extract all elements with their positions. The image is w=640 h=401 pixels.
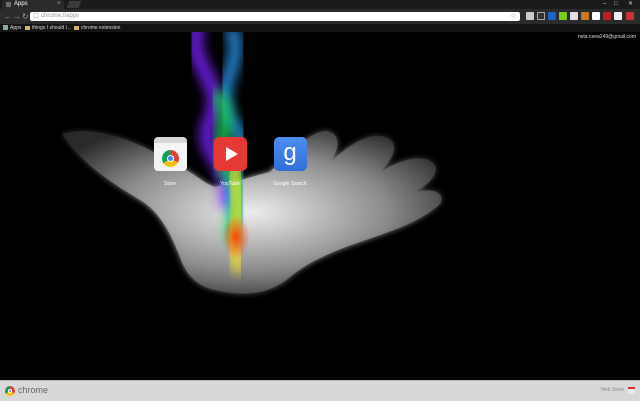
youtube-icon: [213, 137, 247, 171]
maximize-button[interactable]: □: [614, 0, 618, 9]
reload-button[interactable]: ↻: [22, 9, 29, 24]
url-text[interactable]: chrome://apps: [41, 12, 79, 21]
extension-icon[interactable]: [537, 12, 545, 20]
bookmark-folder[interactable]: things I should l...: [25, 24, 71, 32]
app-launcher-footer: chrome Web Store: [0, 380, 640, 401]
page-icon: ▢: [33, 13, 39, 19]
web-store-icon[interactable]: [628, 387, 635, 394]
minimize-button[interactable]: –: [603, 0, 606, 9]
forward-button[interactable]: →: [13, 9, 21, 24]
tab-title: Apps: [14, 1, 28, 7]
folder-icon: [74, 25, 79, 30]
web-store-link[interactable]: Web Store: [600, 387, 624, 393]
extension-icon[interactable]: [526, 12, 534, 20]
bookmark-label: things I should l...: [32, 25, 71, 31]
chrome-logo-icon: [5, 386, 15, 396]
google-search-icon: g: [273, 137, 307, 171]
app-label: Store: [164, 181, 176, 187]
bookmark-star-icon[interactable]: ☆: [510, 12, 516, 21]
folder-icon: [25, 25, 30, 30]
extension-icon[interactable]: [548, 12, 556, 20]
back-button[interactable]: ←: [4, 9, 12, 24]
close-window-button[interactable]: ✕: [628, 0, 633, 9]
bookmark-folder[interactable]: chrome extension: [74, 24, 120, 32]
new-tab-button[interactable]: [66, 1, 82, 8]
extension-icon[interactable]: [559, 12, 567, 20]
extension-icon[interactable]: [581, 12, 589, 20]
extension-icon[interactable]: [603, 12, 611, 20]
app-google-search[interactable]: g Google Search: [270, 137, 310, 187]
extension-icon[interactable]: [570, 12, 578, 20]
bookmark-apps[interactable]: Apps: [3, 24, 21, 32]
app-label: YouTube: [220, 181, 240, 187]
extension-icon[interactable]: [592, 12, 600, 20]
extension-icon[interactable]: [626, 12, 634, 20]
user-email[interactable]: neta.ceea249@gmail.com: [578, 34, 636, 40]
address-bar[interactable]: ▢ chrome://apps ☆: [30, 12, 520, 21]
app-label: Google Search: [273, 181, 307, 187]
extension-icon[interactable]: [614, 12, 622, 20]
chrome-web-store-icon: [153, 137, 187, 171]
apps-grid-icon: [3, 25, 8, 31]
apps-favicon-icon: [6, 2, 11, 7]
app-store[interactable]: Store: [150, 137, 190, 187]
app-youtube[interactable]: YouTube: [210, 137, 250, 187]
tab-close-icon[interactable]: ×: [57, 0, 61, 9]
tab-apps[interactable]: Apps ×: [2, 0, 64, 9]
bookmark-label: Apps: [10, 25, 22, 31]
bookmarks-bar: Apps things I should l... chrome extensi…: [0, 24, 640, 32]
title-bar: Apps × – □ ✕: [0, 0, 640, 9]
bookmark-label: chrome extension: [81, 25, 121, 31]
chrome-wordmark: chrome: [18, 385, 49, 395]
theme-background-image: [62, 32, 442, 294]
